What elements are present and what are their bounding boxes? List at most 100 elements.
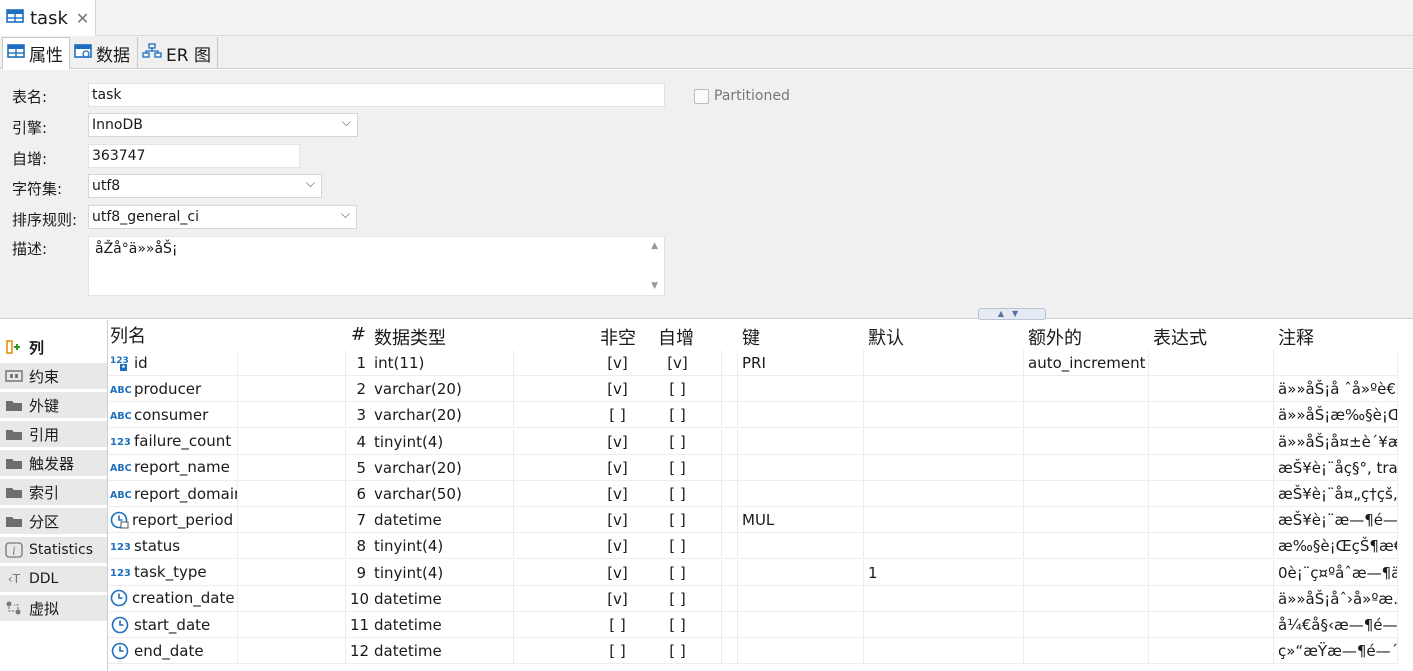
row-number[interactable]: 9: [346, 560, 370, 586]
column-name-cell[interactable]: ABC consumer: [108, 402, 238, 429]
nav-item-columns[interactable]: 列: [0, 334, 107, 361]
partitioned-checkbox[interactable]: Partitioned: [694, 88, 790, 104]
data-type-cell[interactable]: tinyint(4): [370, 559, 514, 586]
expression-cell[interactable]: [1149, 585, 1274, 612]
column-name-cell[interactable]: 123 id: [108, 350, 238, 376]
row-number[interactable]: 8: [346, 533, 370, 560]
column-name-cell[interactable]: start_date: [108, 612, 238, 638]
comment-cell[interactable]: æ‰§è¡ŒçŠ¶æ€…: [1274, 533, 1398, 560]
table-row[interactable]: ABC report_name 5 varchar(20) [v][ ] æŠ¥è¡¨åç…: [108, 454, 1413, 481]
auto-increment-cell[interactable]: [v]: [618, 350, 738, 376]
key-cell[interactable]: [738, 376, 864, 403]
description-textarea[interactable]: åŽå°ä»»åŠ¡ ▲ ▼: [88, 236, 665, 296]
extra-cell[interactable]: [1024, 612, 1149, 638]
table-row[interactable]: 123 task_type 9 tinyint(4) [v][ ] 1 0è¡¨ç¤ºåˆæ…: [108, 559, 1413, 586]
expression-cell[interactable]: [1149, 402, 1274, 429]
row-number[interactable]: 7: [346, 507, 370, 534]
expression-cell[interactable]: [1149, 638, 1274, 665]
comment-cell[interactable]: æŠ¥è¡¨å¤„ç†çš„…: [1274, 481, 1398, 507]
nav-item-indexes[interactable]: 索引: [0, 479, 107, 506]
column-header-default[interactable]: 默认: [864, 320, 1024, 350]
comment-cell[interactable]: [1274, 350, 1398, 376]
table-name-field[interactable]: task: [88, 83, 665, 107]
data-type-cell[interactable]: tinyint(4): [370, 428, 514, 455]
data-type-cell[interactable]: datetime: [370, 585, 514, 612]
row-number[interactable]: 5: [346, 455, 370, 481]
auto-increment-cell[interactable]: [ ]: [618, 585, 738, 612]
scroll-up-icon[interactable]: ▲: [651, 241, 658, 251]
expression-cell[interactable]: [1149, 350, 1274, 376]
auto-increment-cell[interactable]: [ ]: [618, 402, 738, 429]
auto-increment-cell[interactable]: [ ]: [618, 507, 738, 534]
row-number[interactable]: 1: [346, 350, 370, 376]
extra-cell[interactable]: [1024, 402, 1149, 429]
key-cell[interactable]: [738, 481, 864, 507]
extra-cell[interactable]: [1024, 507, 1149, 534]
table-row[interactable]: ABC producer 2 varchar(20) [v][ ] ä»»åŠ¡å ˆå»…: [108, 376, 1413, 403]
nav-item-statistics[interactable]: i Statistics: [0, 537, 107, 564]
nav-item-partitions[interactable]: 分区: [0, 508, 107, 535]
close-icon[interactable]: ✕: [76, 9, 89, 28]
default-cell[interactable]: [864, 507, 1024, 534]
expression-cell[interactable]: [1149, 428, 1274, 455]
comment-cell[interactable]: ä»»åŠ¡å¤±è´¥æ…: [1274, 428, 1398, 455]
expression-cell[interactable]: [1149, 559, 1274, 586]
column-header-expression[interactable]: 表达式: [1149, 320, 1274, 350]
auto-increment-field[interactable]: 363747: [88, 144, 300, 168]
table-row[interactable]: start_date11datetime[ ][ ]å¼€å§‹æ—¶é—´…: [108, 612, 1413, 638]
table-row[interactable]: report_period 7 datetime [v][ ] MUL æŠ¥è¡¨æ—¶…: [108, 507, 1413, 534]
table-row[interactable]: ABC consumer 3 varchar(20)[ ][ ] ä»»åŠ¡æ‰§è¡…: [108, 402, 1413, 429]
table-row[interactable]: 123status8tinyint(4)[v][ ]æ‰§è¡ŒçŠ¶æ€…: [108, 533, 1413, 560]
table-row[interactable]: 123 failure_count 4 tinyint(4) [v][ ] ä»»åŠ¡å…: [108, 428, 1413, 455]
column-header-key[interactable]: 键: [738, 320, 864, 350]
task-editor-tab[interactable]: task ✕: [0, 0, 96, 36]
extra-cell[interactable]: [1024, 638, 1149, 665]
data-type-cell[interactable]: varchar(20): [370, 402, 514, 429]
engine-select[interactable]: InnoDB ⌵: [88, 113, 358, 137]
row-number[interactable]: 2: [346, 376, 370, 403]
column-name-cell[interactable]: 123 status: [108, 533, 238, 560]
auto-increment-cell[interactable]: [ ]: [618, 559, 738, 586]
table-row[interactable]: end_date12datetime[ ][ ]ç»“æŸæ—¶é—´,…: [108, 638, 1413, 665]
nav-item-foreign-keys[interactable]: 外键: [0, 392, 107, 419]
default-cell[interactable]: 1: [864, 559, 1024, 586]
comment-cell[interactable]: ä»»åŠ¡æ‰§è¡Œ…: [1274, 402, 1398, 429]
default-cell[interactable]: [864, 533, 1024, 560]
nav-item-ddl[interactable]: ‹T DDL: [0, 566, 107, 593]
key-cell[interactable]: MUL: [738, 507, 864, 534]
data-type-cell[interactable]: datetime: [370, 612, 514, 638]
row-number[interactable]: 11: [346, 612, 370, 638]
expression-cell[interactable]: [1149, 612, 1274, 638]
key-cell[interactable]: [738, 638, 864, 665]
data-type-cell[interactable]: tinyint(4): [370, 533, 514, 560]
column-header-type[interactable]: 数据类型: [370, 320, 514, 350]
extra-cell[interactable]: [1024, 454, 1149, 481]
row-number[interactable]: 10: [346, 586, 370, 612]
expression-cell[interactable]: [1149, 454, 1274, 481]
key-cell[interactable]: [738, 428, 864, 455]
key-cell[interactable]: [738, 559, 864, 586]
auto-increment-cell[interactable]: [ ]: [618, 638, 738, 665]
nav-item-references[interactable]: 引用: [0, 421, 107, 448]
column-header-number[interactable]: #: [346, 320, 370, 350]
row-number[interactable]: 12: [346, 638, 370, 665]
expression-cell[interactable]: [1149, 481, 1274, 507]
column-name-cell[interactable]: creation_date: [108, 585, 238, 612]
checkbox-box[interactable]: [694, 88, 709, 104]
columns-grid[interactable]: 列名 # 数据类型 非空 自增 键 默认 额外的 表达式 注释 123 id 1 in…: [108, 320, 1413, 671]
row-number[interactable]: 6: [346, 481, 370, 507]
column-header-auto-increment[interactable]: 自增: [618, 320, 734, 350]
key-cell[interactable]: [738, 533, 864, 560]
default-cell[interactable]: [864, 481, 1024, 507]
default-cell[interactable]: [864, 350, 1024, 376]
column-name-cell[interactable]: ABC report_name: [108, 454, 238, 481]
table-row[interactable]: ABC report_domain 6 varchar(50) [v][ ] æŠ¥è¡¨…: [108, 481, 1413, 507]
table-row[interactable]: 123 id 1 int(11) [v] [v] PRI auto_increment: [108, 350, 1413, 376]
comment-cell[interactable]: ç»“æŸæ—¶é—´,…: [1274, 638, 1398, 665]
column-name-cell[interactable]: ABC producer: [108, 376, 238, 403]
column-header-name[interactable]: 列名: [108, 320, 238, 350]
comment-cell[interactable]: å¼€å§‹æ—¶é—´…: [1274, 612, 1398, 638]
key-cell[interactable]: [738, 402, 864, 429]
column-header-comment[interactable]: 注释: [1274, 320, 1398, 350]
panel-splitter[interactable]: ▲▼: [0, 308, 1413, 320]
